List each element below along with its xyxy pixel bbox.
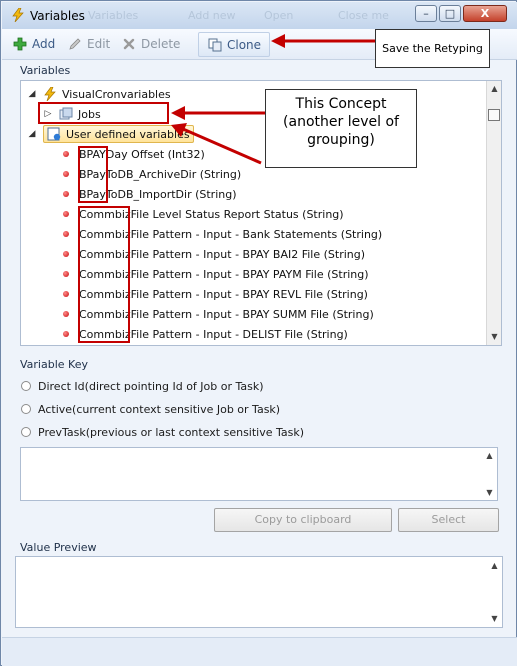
annotation-box-jobs <box>38 102 169 124</box>
delete-x-icon <box>123 38 135 50</box>
scroll-down-arrow-icon[interactable]: ▼ <box>487 611 502 626</box>
close-button[interactable]: X <box>463 5 507 22</box>
variables-section-label: Variables <box>20 64 71 77</box>
tree-node-visualcron-variables[interactable]: ◢ VisualCronvariables <box>27 84 171 104</box>
annotation-arrows-concept <box>171 106 265 165</box>
delete-button[interactable]: Delete <box>122 35 180 53</box>
radio-circle-icon[interactable] <box>21 427 31 437</box>
variable-key-section-label: Variable Key <box>20 358 88 371</box>
radio-circle-icon[interactable] <box>21 404 31 414</box>
variable-name-rest: _ImportDir (String) <box>133 187 237 201</box>
scroll-down-arrow-icon[interactable]: ▼ <box>487 329 502 344</box>
annotation-box-prefix-commbiz <box>78 206 130 343</box>
user-variables-icon <box>47 127 61 141</box>
annotation-callout-save-retyping: Save the Retyping <box>375 29 490 68</box>
variable-name-rest: File Pattern - Input - BPAY SUMM File (S… <box>130 307 374 321</box>
radio-direct-id[interactable]: Direct Id (direct pointing Id of Job or … <box>21 377 264 395</box>
variable-bullet-icon <box>63 191 69 197</box>
status-strip <box>2 637 517 666</box>
variable-name-rest: File Pattern - Input - Bank Statements (… <box>130 227 383 241</box>
key-textbox-scrollbar[interactable]: ▲ ▼ <box>482 448 497 500</box>
window-title: Variables <box>30 9 85 23</box>
add-button[interactable]: Add <box>13 35 55 53</box>
radio-circle-icon[interactable] <box>21 381 31 391</box>
ghost-label: Add new <box>188 9 236 22</box>
variable-bullet-icon <box>63 271 69 277</box>
variable-bullet-icon <box>63 231 69 237</box>
scroll-up-arrow-icon[interactable]: ▲ <box>487 81 502 96</box>
variables-window: Variables Variables Add new Open Close m… <box>0 0 517 666</box>
edit-button-label: Edit <box>87 37 111 51</box>
copy-to-clipboard-button[interactable]: Copy to clipboard <box>214 508 392 532</box>
scroll-up-arrow-icon[interactable]: ▲ <box>487 558 502 573</box>
delete-button-label: Delete <box>141 37 181 51</box>
variable-name-rest: File Pattern - Input - DELIST File (Stri… <box>130 327 348 341</box>
ghost-label: Close me <box>338 9 389 22</box>
variable-name-rest: File Pattern - Input - BPAY REVL File (S… <box>130 287 368 301</box>
radio-label-desc: (current context sensitive Job or Task) <box>72 402 281 416</box>
clone-button-label: Clone <box>227 38 262 52</box>
radio-label-desc: (direct pointing Id of Job or Task) <box>84 379 264 393</box>
variable-bullet-icon <box>63 251 69 257</box>
variable-bullet-icon <box>63 331 69 337</box>
scroll-thumb[interactable] <box>488 109 500 121</box>
ghost-label: Open <box>264 9 294 22</box>
radio-label-name: PrevTask <box>38 425 86 439</box>
edit-button[interactable]: Edit <box>68 35 110 53</box>
visualcron-lightning-icon <box>44 87 56 101</box>
radio-prevtask[interactable]: PrevTask (previous or last context sensi… <box>21 423 304 441</box>
ghost-label: Variables <box>88 9 139 22</box>
pencil-icon <box>69 38 81 50</box>
title-bar: Variables Variables Add new Open Close m… <box>2 2 517 30</box>
clone-button-content: Clone <box>208 36 261 54</box>
value-preview-textbox[interactable]: ▲ ▼ <box>15 556 503 628</box>
select-button[interactable]: Select <box>398 508 499 532</box>
variable-bullet-icon <box>63 291 69 297</box>
add-button-label: Add <box>32 37 56 51</box>
radio-label-name: Active <box>38 402 73 416</box>
clone-icon <box>208 38 222 52</box>
variable-bullet-icon <box>63 151 69 157</box>
annotation-box-prefix-bpay <box>78 146 108 203</box>
maximize-button[interactable]: □ <box>439 5 461 22</box>
clone-button[interactable]: Clone <box>198 32 270 57</box>
variable-bullet-icon <box>63 211 69 217</box>
preview-scrollbar[interactable]: ▲ ▼ <box>487 557 502 627</box>
variable-name-rest: File Level Status Report Status (String) <box>130 207 344 221</box>
minimize-button[interactable]: – <box>415 5 437 22</box>
radio-label-desc: (previous or last context sensitive Task… <box>85 425 305 439</box>
collapse-expander-icon[interactable]: ◢ <box>27 89 37 99</box>
annotation-arrow-clone <box>271 34 375 48</box>
tree-node-label: VisualCronvariables <box>62 87 171 101</box>
value-preview-section-label: Value Preview <box>20 541 97 554</box>
tree-vertical-scrollbar[interactable]: ▲ ▼ <box>486 81 501 345</box>
variable-name-rest: File Pattern - Input - BPAY BAI2 File (S… <box>130 247 366 261</box>
radio-active[interactable]: Active (current context sensitive Job or… <box>21 400 280 418</box>
scroll-down-arrow-icon[interactable]: ▼ <box>482 485 497 500</box>
variable-key-textbox[interactable]: ▲ ▼ <box>20 447 498 501</box>
plus-icon <box>13 37 27 51</box>
variable-name-rest: File Pattern - Input - BPAY PAYM File (S… <box>130 267 369 281</box>
radio-label-name: Direct Id <box>38 379 85 393</box>
visualcron-lightning-icon <box>12 8 24 22</box>
variable-bullet-icon <box>63 311 69 317</box>
scroll-up-arrow-icon[interactable]: ▲ <box>482 448 497 463</box>
collapse-expander-icon[interactable]: ◢ <box>27 129 37 139</box>
variable-bullet-icon <box>63 171 69 177</box>
annotation-callout-concept: This Concept (another level of grouping) <box>265 89 417 168</box>
